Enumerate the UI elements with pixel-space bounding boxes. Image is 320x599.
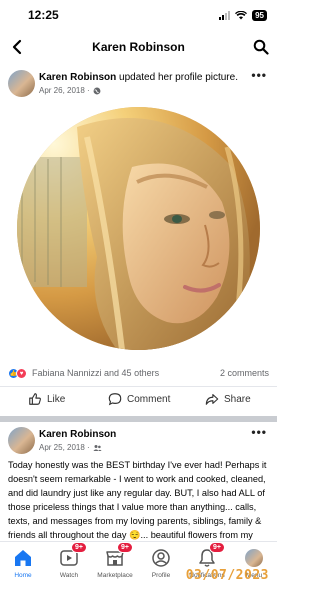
nav-home[interactable]: Home — [0, 548, 46, 579]
post-actions: Like Comment Share — [0, 386, 277, 412]
friends-icon — [93, 444, 102, 451]
love-reaction-icon: ♥ — [16, 368, 27, 379]
profile-photo[interactable] — [17, 107, 260, 350]
reactors-text[interactable]: Fabiana Nannizzi and 45 others — [32, 368, 159, 378]
nav-badge: 9+ — [71, 542, 87, 553]
more-options-icon[interactable]: ••• — [251, 68, 267, 82]
status-time: 12:25 — [28, 8, 59, 22]
search-icon[interactable] — [253, 39, 269, 55]
share-button[interactable]: Share — [205, 392, 251, 406]
post-header-text: Karen Robinson — [39, 429, 116, 440]
share-label: Share — [224, 393, 251, 405]
nav-marketplace[interactable]: 9+ Marketplace — [92, 542, 138, 579]
profile-photo-image — [17, 107, 260, 350]
post-meta: Apr 26, 2018 · — [39, 86, 101, 95]
reactions-summary[interactable]: 👍 ♥ Fabiana Nannizzi and 45 others 2 com… — [0, 366, 277, 382]
nav-badge: 9+ — [117, 542, 133, 553]
page-title: Karen Robinson — [92, 40, 185, 54]
wifi-icon — [235, 11, 248, 20]
home-icon — [15, 550, 31, 566]
post-date[interactable]: Apr 26, 2018 · — [39, 86, 90, 95]
comments-count[interactable]: 2 comments — [220, 368, 269, 378]
nav-badge: 9+ — [209, 542, 225, 553]
status-icons: 95 — [219, 10, 267, 21]
avatar[interactable] — [8, 427, 35, 454]
menu-icon — [245, 549, 263, 567]
nav-label: Home — [14, 572, 32, 579]
date-stamp-watermark: 03/07/2023 — [185, 568, 269, 583]
like-label: Like — [47, 393, 66, 405]
comment-button[interactable]: Comment — [108, 392, 170, 406]
share-icon — [205, 394, 219, 405]
app-header: Karen Robinson — [0, 32, 277, 64]
nav-label: Profile — [151, 572, 171, 579]
nav-label: Watch — [59, 572, 79, 579]
nav-label: Marketplace — [97, 572, 133, 579]
avatar[interactable] — [8, 70, 35, 97]
globe-icon — [93, 87, 101, 94]
status-bar: 12:25 95 — [0, 0, 277, 32]
post-action: updated her profile picture. — [119, 72, 238, 83]
like-button[interactable]: Like — [28, 392, 65, 406]
reaction-icons: 👍 ♥ — [8, 368, 27, 379]
nav-watch[interactable]: 9+ Watch — [46, 542, 92, 579]
post-author[interactable]: Karen Robinson — [39, 429, 116, 440]
profile-icon — [152, 549, 170, 567]
thumbs-up-icon — [29, 393, 41, 405]
nav-profile[interactable]: Profile — [138, 548, 184, 579]
battery-indicator: 95 — [252, 10, 267, 21]
comment-icon — [108, 393, 122, 406]
more-options-icon[interactable]: ••• — [251, 425, 267, 439]
post-author[interactable]: Karen Robinson — [39, 72, 116, 83]
post-header-text: Karen Robinson updated her profile pictu… — [39, 72, 238, 83]
post-meta: Apr 25, 2018 · — [39, 443, 102, 452]
comment-label: Comment — [127, 393, 171, 405]
post-divider — [0, 416, 277, 422]
post-date[interactable]: Apr 25, 2018 · — [39, 443, 90, 452]
signal-icon — [219, 11, 231, 20]
